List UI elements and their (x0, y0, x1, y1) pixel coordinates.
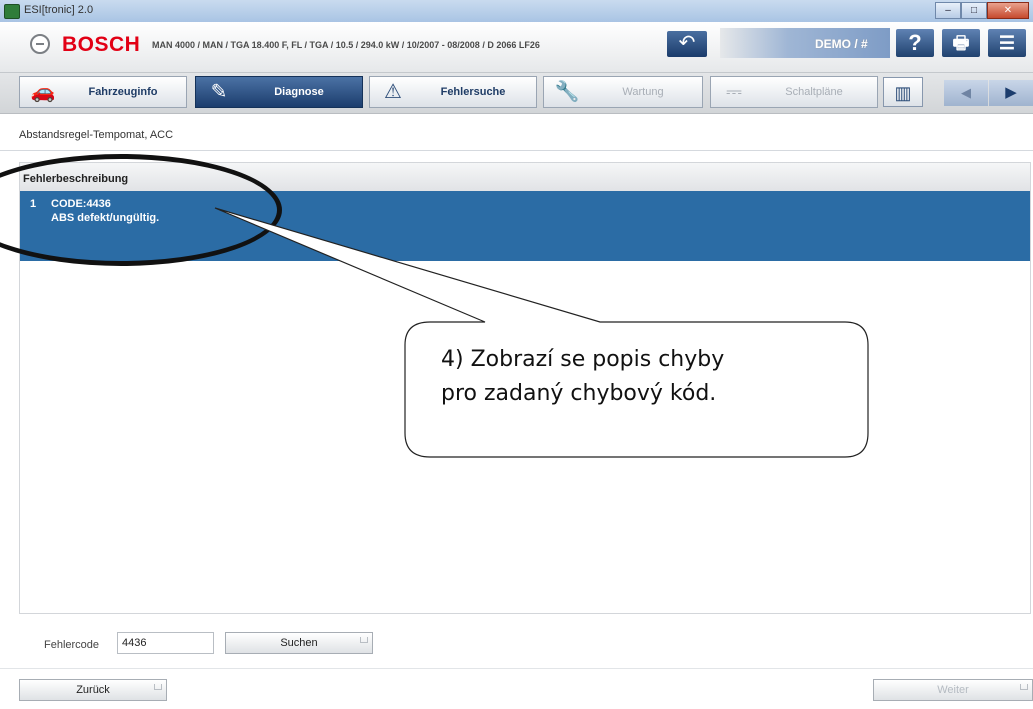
menu-icon: ☰ (998, 33, 1016, 53)
tab-label: Fahrzeuginfo (88, 86, 158, 98)
tab-label: Fehlersuche (440, 86, 506, 98)
previous-button[interactable]: ◀ (944, 80, 988, 106)
chevron-right-icon: ▶ (1005, 84, 1017, 101)
fault-code-input[interactable] (117, 632, 214, 654)
maximize-button[interactable]: □ (961, 2, 987, 19)
tab-schaltplaene[interactable]: ⎓ Schaltpläne (710, 76, 878, 108)
tab-fahrzeuginfo[interactable]: 🚗 Fahrzeuginfo (19, 76, 187, 108)
tab-label: Schaltpläne (785, 86, 843, 98)
next-button[interactable]: Weiter (873, 679, 1033, 701)
bosch-logo-icon (30, 34, 50, 54)
diagnosis-plug-icon: ✎ (210, 81, 228, 103)
print-button[interactable]: 🖶 (942, 29, 980, 57)
troubleshooting-icon: ⚠ (384, 81, 402, 103)
minimize-button[interactable]: – (935, 2, 961, 19)
close-button[interactable]: ✕ (987, 2, 1029, 19)
demo-label: DEMO / # (815, 37, 868, 51)
brand-name: BOSCH (62, 33, 141, 56)
vehicle-identification: MAN 4000 / MAN / TGA 18.400 F, FL / TGA … (152, 40, 540, 50)
book-icon: ▥ (894, 83, 912, 103)
divider (0, 150, 1033, 151)
window-title-bar: ESI[tronic] 2.0 – □ ✕ (0, 0, 1033, 23)
window-controls: – □ ✕ (935, 2, 1029, 19)
app-icon (4, 4, 20, 19)
wrench-icon: 🔧 (554, 81, 580, 103)
return-arrow-icon: ↶ (678, 32, 696, 54)
fault-code-label: Fehlercode (44, 639, 100, 651)
tab-label: Wartung (622, 86, 664, 98)
tab-fehlersuche[interactable]: ⚠ Fehlersuche (369, 76, 537, 108)
help-icon: ? (908, 30, 922, 55)
help-button[interactable]: ? (896, 29, 934, 57)
menu-button[interactable]: ☰ (988, 29, 1026, 57)
printer-icon: 🖶 (952, 33, 970, 53)
divider (0, 668, 1033, 669)
callout-line-2: pro zadaný chybový kód. (441, 381, 717, 406)
window-title: ESI[tronic] 2.0 (24, 4, 94, 16)
callout-line-1: 4) Zobrazí se popis chyby (441, 347, 725, 372)
search-button[interactable]: Suchen (225, 632, 373, 654)
back-button[interactable]: Zurück (19, 679, 167, 701)
chevron-left-icon: ◀ (961, 85, 971, 100)
book-button[interactable]: ▥ (883, 77, 923, 107)
tab-label: Diagnose (274, 86, 324, 98)
return-button[interactable]: ↶ (667, 31, 707, 57)
tab-wartung[interactable]: 🔧 Wartung (543, 76, 703, 108)
next-page-button[interactable]: ▶ (989, 80, 1033, 106)
tab-diagnose[interactable]: ✎ Diagnose (195, 76, 363, 108)
breadcrumb: Abstandsregel-Tempomat, ACC (19, 129, 174, 141)
circuit-diagram-icon: ⎓ (726, 81, 742, 103)
callout-text: 4) Zobrazí se popis chyby pro zadaný chy… (441, 343, 861, 411)
car-icon: 🚗 (30, 81, 56, 103)
